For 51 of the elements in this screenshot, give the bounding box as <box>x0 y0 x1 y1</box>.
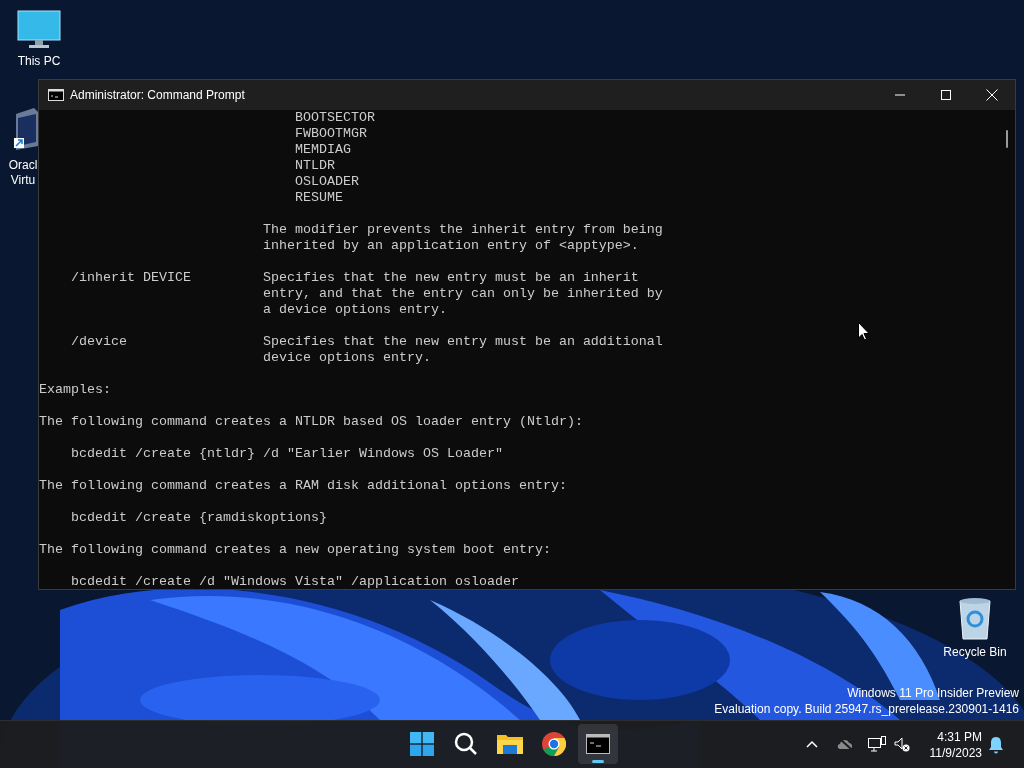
clock-date: 11/9/2023 <box>929 745 982 761</box>
console-line: a device options entry. <box>261 302 447 318</box>
console-line: FWBOOTMGR <box>293 126 367 142</box>
taskbar-app[interactable] <box>578 724 618 764</box>
desktop-icon-label: This PC <box>17 54 61 69</box>
desktop-icon-label: Oracl Virtu <box>8 158 38 188</box>
console-line: MEMDIAG <box>293 142 351 158</box>
clock[interactable]: 4:31 PM 11/9/2023 <box>920 729 982 761</box>
console-line: bcdedit /create /d "Windows Vista" /application osloader <box>70 574 519 589</box>
console-line: BOOTSECTOR <box>293 110 375 126</box>
notification-bell-icon[interactable] <box>988 736 1004 754</box>
network-icon[interactable] <box>868 736 886 752</box>
console-line: device options entry. <box>261 350 431 366</box>
chevron-up-icon[interactable] <box>806 740 818 748</box>
console-line: The modifier prevents the inherit entry from being <box>261 222 663 238</box>
console-line: bcdedit /create {ntldr} /d "Earlier Windows OS Loader" <box>70 446 503 462</box>
mouse-pointer-icon <box>858 322 870 341</box>
desktop-icon-label: Recycle Bin <box>943 645 1007 660</box>
console-line: bcdedit /create {ramdiskoptions} <box>70 510 327 526</box>
windows-logo-icon <box>410 732 434 756</box>
desktop-icon[interactable]: Oracl Virtu <box>8 106 38 188</box>
scrollbar-thumb[interactable] <box>1006 130 1008 148</box>
folder-icon <box>497 733 523 755</box>
terminal-icon <box>586 734 610 754</box>
window-title: Administrator: Command Prompt <box>70 87 245 104</box>
recycle-bin-icon <box>957 597 993 641</box>
console-line: /device Specifies that the new entry must be an additional <box>70 334 663 350</box>
console-line: OSLOADER <box>293 174 359 190</box>
active-indicator <box>592 760 604 763</box>
console-line: The following command creates a NTLDR based OS loader entry (Ntldr): <box>39 414 583 430</box>
cloud-off-icon[interactable] <box>836 737 854 750</box>
desktop-icon[interactable]: Recycle Bin <box>940 597 1010 660</box>
desktop-icon[interactable]: This PC <box>4 10 74 69</box>
watermark-text: Windows 11 Pro Insider Preview <box>847 685 1019 701</box>
watermark-text: Evaluation copy. Build 25947.rs_prerelease.230901-1416 <box>714 701 1019 717</box>
console-line: The following command creates a new operating system boot entry: <box>39 542 551 558</box>
close-icon <box>986 89 998 101</box>
console-line: inherited by an application entry of <apptype>. <box>261 238 639 254</box>
console-line: RESUME <box>293 190 343 206</box>
console-line: NTLDR <box>293 158 335 174</box>
maximize-icon <box>941 90 951 100</box>
search-icon <box>454 732 478 756</box>
monitor-icon <box>17 10 61 50</box>
console-line: Examples: <box>39 382 111 398</box>
console-line: The following command creates a RAM disk additional options entry: <box>39 478 567 494</box>
muted-speaker-icon[interactable] <box>894 737 910 752</box>
clock-time: 4:31 PM <box>937 729 982 745</box>
browser-icon <box>542 732 566 756</box>
console-line: entry, and that the entry can only be inherited by <box>261 286 663 302</box>
command-prompt-icon <box>48 89 64 101</box>
console-line: /inherit DEVICE Specifies that the new entry must be an inherit <box>70 270 639 286</box>
